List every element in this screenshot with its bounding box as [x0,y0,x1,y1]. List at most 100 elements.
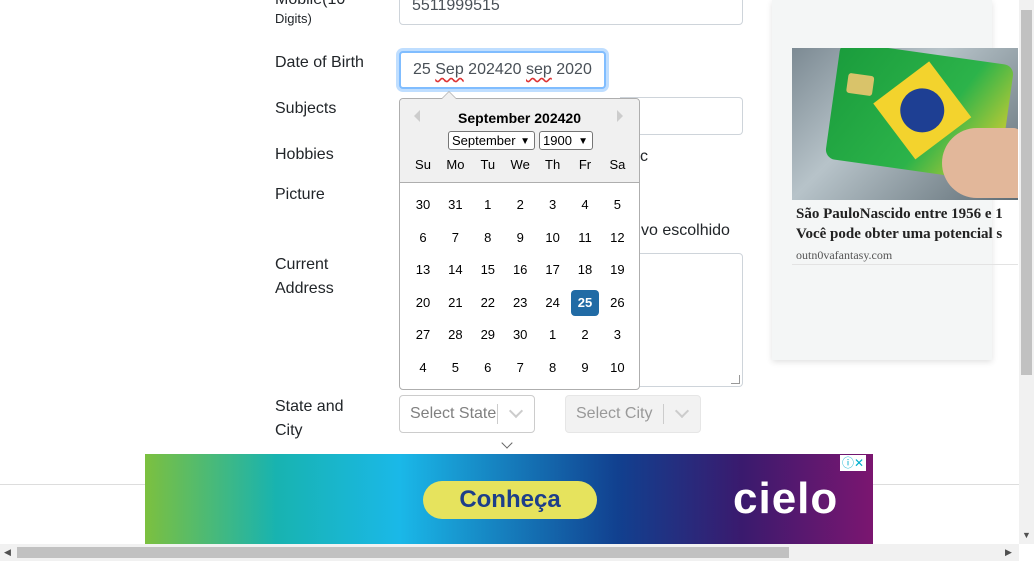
calendar-day[interactable]: 20 [409,290,437,316]
city-select[interactable]: Select City [565,395,701,433]
calendar-day[interactable]: 6 [474,355,502,381]
datepicker-header: September 202420 September ▼ 1900 ▼ Su Mo… [400,99,639,183]
side-ad-divider [792,264,1018,265]
datepicker-current-month: September 202420 [458,110,581,126]
side-ad-title-line1: São PauloNascido entre 1956 e 1 [796,206,1003,222]
ad-choices-icon[interactable]: ⓘ✕ [840,455,867,471]
calendar-day[interactable]: 6 [409,225,437,251]
calendar-day[interactable]: 2 [506,192,534,218]
hobbies-option-text[interactable]: c [640,145,648,169]
calendar-day[interactable]: 1 [539,322,567,348]
calendar-day[interactable]: 13 [409,257,437,283]
horizontal-scrollbar[interactable]: ◀ ▶ [0,544,1019,561]
calendar-day[interactable]: 7 [441,225,469,251]
collapse-chevron-icon[interactable] [501,437,513,449]
calendar-day[interactable]: 2 [571,322,599,348]
city-separator [663,404,664,424]
datepicker-popup[interactable]: September 202420 September ▼ 1900 ▼ Su Mo… [399,98,640,390]
calendar-day[interactable]: 21 [441,290,469,316]
chevron-down-icon[interactable] [674,403,690,419]
calendar-day[interactable]: 12 [603,225,631,251]
calendar-day[interactable]: 25 [571,289,599,316]
dob-text-5: 2020 [551,61,592,78]
cielo-logo: cielo [733,474,839,523]
calendar-day[interactable]: 5 [603,192,631,218]
dob-text-3: 202420 [463,61,526,78]
date-of-birth-input[interactable]: 25 Sep 202420 sep 2020 [399,51,606,89]
calendar-day[interactable]: 4 [571,192,599,218]
weekday-label: Fr [578,157,592,172]
state-select[interactable]: Select State [399,395,535,433]
weekday-label: Th [545,157,561,172]
calendar-day[interactable]: 11 [571,225,599,251]
calendar-day[interactable]: 14 [441,257,469,283]
scroll-down-icon[interactable]: ▼ [1022,530,1031,540]
calendar-day[interactable]: 8 [539,355,567,381]
weekday-label: Su [415,157,431,172]
calendar-day[interactable]: 23 [506,290,534,316]
state-placeholder: Select State [410,405,497,422]
file-chosen-text: vo escolhido [641,222,730,239]
dob-label: Date of Birth [275,54,364,71]
state-city-label: State and City [275,395,344,443]
calendar-day[interactable]: 8 [474,225,502,251]
current-address-label: Current Address [275,253,334,301]
state-label-line1: State and [275,398,344,415]
calendar-day[interactable]: 28 [441,322,469,348]
bottom-banner-ad[interactable]: Conheça cielo [145,454,873,544]
resize-handle-icon[interactable] [731,375,740,384]
state-label-line2: City [275,422,303,439]
mobile-label-line2: Digits) [275,11,312,26]
calendar-day[interactable]: 9 [506,225,534,251]
chevron-down-icon[interactable] [508,403,524,419]
address-label-line2: Address [275,280,334,297]
calendar-day[interactable]: 26 [603,290,631,316]
chevron-down-icon: ▼ [520,136,530,147]
calendar-day[interactable]: 3 [539,192,567,218]
side-ad-source[interactable]: outn0vafantasy.com [796,248,892,263]
calendar-day[interactable]: 30 [506,322,534,348]
calendar-day[interactable]: 1 [474,192,502,218]
calendar-day[interactable]: 31 [441,192,469,218]
calendar-day[interactable]: 17 [539,257,567,283]
calendar-day[interactable]: 10 [603,355,631,381]
calendar-day[interactable]: 30 [409,192,437,218]
calendar-day[interactable]: 9 [571,355,599,381]
vertical-scroll-thumb[interactable] [1021,10,1032,375]
next-month-icon[interactable] [617,110,623,122]
dob-text-4: sep [526,61,552,78]
vertical-scrollbar[interactable]: ▼ [1019,0,1034,544]
side-ad-title-line2: Você pode obter uma potencial s [796,226,1003,242]
mobile-label-line1: Mobile(10 [275,0,345,8]
calendar-day[interactable]: 3 [603,322,631,348]
month-select[interactable]: September ▼ [448,131,535,150]
mobile-label: Mobile(10 Digits) [275,0,385,28]
weekday-label: Mo [446,157,465,172]
city-placeholder: Select City [576,405,653,422]
scroll-right-icon[interactable]: ▶ [1005,547,1012,558]
calendar-day[interactable]: 27 [409,322,437,348]
calendar-day[interactable]: 7 [506,355,534,381]
hobbies-label: Hobbies [275,146,334,163]
calendar-day[interactable]: 10 [539,225,567,251]
mobile-value: 5511999515 [412,0,500,14]
side-ad-image[interactable] [792,48,1018,200]
banner-cta-button[interactable]: Conheça [423,481,597,519]
calendar-day[interactable]: 16 [506,257,534,283]
year-select[interactable]: 1900 ▼ [539,131,593,150]
calendar-day[interactable]: 5 [441,355,469,381]
mobile-input[interactable]: 5511999515 [399,0,743,25]
calendar-day[interactable]: 15 [474,257,502,283]
scroll-left-icon[interactable]: ◀ [4,547,11,558]
address-label-line1: Current [275,256,329,273]
horizontal-scroll-thumb[interactable] [17,547,789,558]
calendar-day[interactable]: 24 [539,290,567,316]
side-ad-title[interactable]: São PauloNascido entre 1956 e 1 Você pod… [796,204,1018,244]
calendar-day[interactable]: 4 [409,355,437,381]
calendar-day[interactable]: 22 [474,290,502,316]
calendar-day[interactable]: 19 [603,257,631,283]
calendar-day[interactable]: 29 [474,322,502,348]
footer-divider-right [873,484,1019,485]
calendar-day[interactable]: 18 [571,257,599,283]
subjects-label: Subjects [275,100,337,117]
